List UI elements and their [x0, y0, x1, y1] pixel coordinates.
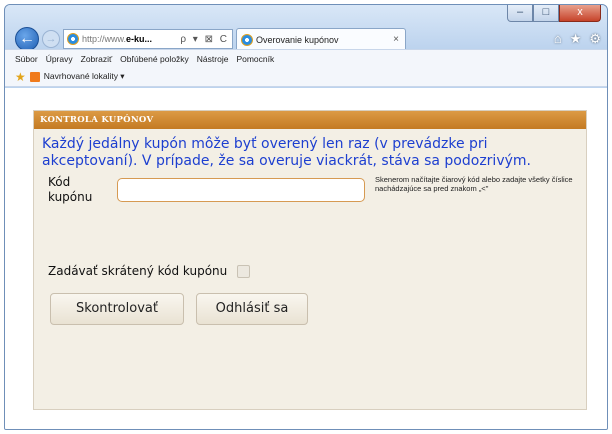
- home-icon[interactable]: ⌂: [554, 31, 562, 47]
- address-tools[interactable]: ρ ▾ ⊠ C: [180, 34, 232, 45]
- favorites-add-icon[interactable]: ★: [15, 70, 26, 84]
- maximize-button[interactable]: □: [533, 5, 559, 22]
- menu-item-zobrazit[interactable]: Zobraziť: [81, 54, 113, 64]
- window-controls: – □ x: [507, 5, 601, 22]
- tab-close-icon[interactable]: ×: [393, 34, 399, 45]
- suggested-sites-icon: [29, 71, 40, 82]
- logout-button[interactable]: Odhlásiť sa: [196, 293, 308, 325]
- ie-page-icon: [67, 33, 79, 45]
- menu-bar: Súbor Úpravy Zobraziť Obľúbené položky N…: [5, 49, 607, 67]
- close-window-button[interactable]: x: [559, 5, 601, 22]
- intro-text: Každý jedálny kupón môže byť overený len…: [42, 136, 531, 169]
- short-code-checkbox[interactable]: [237, 264, 251, 278]
- suggested-sites-link[interactable]: Navrhované lokality ▾: [44, 71, 125, 82]
- back-button[interactable]: ←: [15, 27, 39, 51]
- tab-overovanie[interactable]: Overovanie kupónov ×: [236, 28, 406, 50]
- gear-icon[interactable]: ⚙: [589, 31, 601, 47]
- short-code-label: Zadávať skrátený kód kupónu: [48, 264, 228, 278]
- url-prefix: http://www.: [82, 34, 127, 44]
- menu-item-nastroje[interactable]: Nástroje: [197, 54, 229, 64]
- coupon-code-label: Kód kupónu: [48, 175, 93, 204]
- tab-page-icon: [241, 33, 253, 46]
- favorites-bar: ★ Navrhované lokality ▾: [5, 67, 607, 87]
- coupon-code-input[interactable]: [117, 178, 365, 202]
- browser-toolbar-icons: ⌂ ★ ⚙: [554, 31, 601, 47]
- forward-button[interactable]: →: [42, 30, 60, 48]
- favorites-star-icon[interactable]: ★: [570, 31, 582, 47]
- forward-arrow-icon: →: [45, 33, 57, 45]
- minimize-button[interactable]: –: [507, 5, 533, 22]
- menu-item-oblubene[interactable]: Obľúbené položky: [120, 54, 189, 64]
- browser-window: – □ x ← → http://www. e-ku... ρ ▾ ⊠ C Ov…: [4, 4, 608, 430]
- url-domain: e-ku...: [126, 34, 153, 44]
- coupon-check-panel: KONTROLA KUPÓNOV Každý jedálny kupón môž…: [33, 110, 587, 410]
- check-button[interactable]: Skontrolovať: [50, 293, 184, 325]
- short-code-row: Zadávať skrátený kód kupónu: [48, 264, 251, 278]
- address-bar[interactable]: http://www. e-ku... ρ ▾ ⊠ C: [63, 29, 233, 49]
- tab-title: Overovanie kupónov: [256, 34, 339, 45]
- panel-header: KONTROLA KUPÓNOV: [34, 111, 586, 129]
- menu-item-pomocnik[interactable]: Pomocník: [236, 54, 274, 64]
- scanner-hint: Skenerom načítajte čiarový kód alebo zad…: [375, 175, 573, 193]
- back-arrow-icon: ←: [19, 30, 35, 47]
- menu-item-upravy[interactable]: Úpravy: [46, 54, 73, 64]
- menu-item-subor[interactable]: Súbor: [15, 54, 38, 64]
- page-content: KONTROLA KUPÓNOV Každý jedálny kupón môž…: [5, 88, 607, 429]
